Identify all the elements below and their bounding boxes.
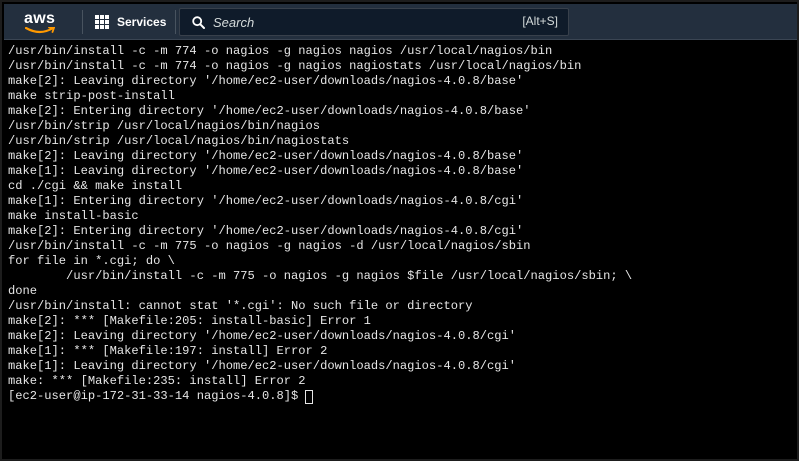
services-label: Services [117, 15, 167, 29]
terminal-line: make[1]: *** [Makefile:197: install] Err… [8, 344, 328, 358]
terminal-line: cd ./cgi && make install [8, 179, 183, 193]
terminal-line: make install-basic [8, 209, 139, 223]
search-bar[interactable]: [Alt+S] [179, 8, 569, 36]
aws-console-header: aws Services [Alt+S] [4, 4, 797, 40]
terminal-line: /usr/bin/install: cannot stat '*.cgi': N… [8, 299, 473, 313]
terminal-line: make[2]: Entering directory '/home/ec2-u… [8, 104, 531, 118]
terminal-line: make[1]: Entering directory '/home/ec2-u… [8, 194, 524, 208]
terminal-line: /usr/bin/install -c -m 775 -o nagios -g … [8, 269, 633, 283]
terminal-line: make strip-post-install [8, 89, 175, 103]
terminal-line: done [8, 284, 38, 298]
terminal-line: make[2]: Leaving directory '/home/ec2-us… [8, 149, 524, 163]
aws-logo-text: aws [24, 10, 56, 27]
terminal-line: make[1]: Leaving directory '/home/ec2-us… [8, 164, 524, 178]
terminal-line: make[2]: Leaving directory '/home/ec2-us… [8, 329, 517, 343]
terminal-line: /usr/bin/install -c -m 774 -o nagios -g … [8, 44, 553, 58]
shell-prompt: [ec2-user@ip-172-31-33-14 nagios-4.0.8]$ [8, 389, 299, 403]
terminal-prompt-line[interactable]: [ec2-user@ip-172-31-33-14 nagios-4.0.8]$ [8, 389, 797, 404]
aws-smile-icon [25, 27, 55, 34]
search-input[interactable] [213, 10, 568, 34]
terminal-line: make[2]: *** [Makefile:205: install-basi… [8, 314, 371, 328]
terminal-line: for file in *.cgi; do \ [8, 254, 175, 268]
terminal-output[interactable]: /usr/bin/install -c -m 774 -o nagios -g … [4, 42, 797, 459]
search-icon [192, 15, 205, 29]
terminal-line: make[1]: Leaving directory '/home/ec2-us… [8, 359, 517, 373]
cloudshell-window: aws Services [Alt+S] /usr/bin/install [0, 0, 799, 461]
terminal-line: make: *** [Makefile:235: install] Error … [8, 374, 306, 388]
terminal-line: make[2]: Leaving directory '/home/ec2-us… [8, 74, 524, 88]
terminal-line: /usr/bin/install -c -m 774 -o nagios -g … [8, 59, 582, 73]
terminal-line: /usr/bin/strip /usr/local/nagios/bin/nag… [8, 134, 350, 148]
aws-logo[interactable]: aws [16, 4, 70, 40]
terminal-line: /usr/bin/install -c -m 775 -o nagios -g … [8, 239, 531, 253]
terminal-line: /usr/bin/strip /usr/local/nagios/bin/nag… [8, 119, 321, 133]
search-shortcut-hint: [Alt+S] [522, 14, 558, 28]
terminal-line: make[2]: Entering directory '/home/ec2-u… [8, 224, 524, 238]
services-menu-button[interactable]: Services [82, 10, 176, 34]
terminal-cursor [305, 389, 314, 404]
grid-icon [95, 15, 109, 29]
